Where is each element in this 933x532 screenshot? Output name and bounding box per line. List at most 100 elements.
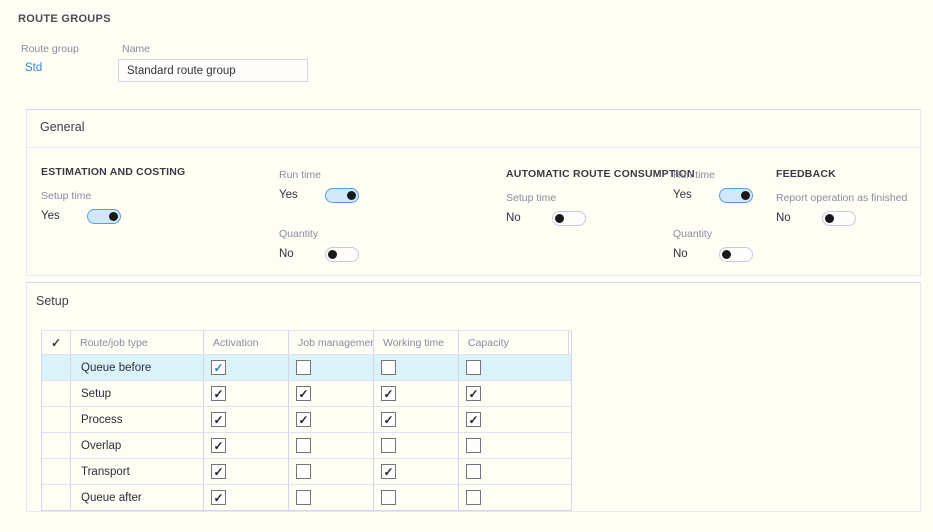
route-group-value-link[interactable]: Std — [25, 62, 42, 74]
row-label: Transport — [81, 466, 130, 478]
checkbox-cell: ✓ — [459, 381, 569, 406]
quantity-value: No — [279, 248, 325, 260]
route-job-type-cell[interactable]: Overlap — [71, 433, 204, 458]
route-job-type-cell[interactable]: Queue after — [71, 485, 204, 510]
checkbox-cell: ✓ — [289, 407, 374, 432]
row-select-cell[interactable] — [42, 485, 71, 510]
row-label: Process — [81, 414, 123, 426]
column-header-working-time[interactable]: Working time — [374, 331, 459, 354]
page-title: ROUTE GROUPS — [18, 13, 111, 25]
checkbox-cell — [459, 433, 569, 458]
row-label: Queue after — [81, 492, 142, 504]
run-time-toggle[interactable] — [325, 188, 359, 203]
row-label: Setup — [81, 388, 111, 400]
checkbox-cell — [289, 355, 374, 380]
checkbox[interactable]: ✓ — [211, 386, 226, 401]
checkbox[interactable] — [296, 464, 311, 479]
group-header: AUTOMATIC ROUTE CONSUMPTION — [506, 168, 695, 180]
quantity-value: No — [673, 248, 719, 260]
checkbox-cell: ✓ — [374, 407, 459, 432]
route-job-type-cell[interactable]: Setup — [71, 381, 204, 406]
checkbox[interactable] — [466, 360, 481, 375]
row-select-cell[interactable] — [42, 355, 71, 380]
setup-section-header[interactable]: Setup — [36, 294, 69, 308]
setup-time-toggle[interactable] — [552, 211, 586, 226]
checkbox[interactable] — [381, 360, 396, 375]
group-header: FEEDBACK — [776, 168, 836, 180]
checkbox-cell — [374, 485, 459, 510]
run-time-label: Run time — [279, 169, 321, 181]
name-input[interactable] — [118, 59, 308, 82]
route-job-type-cell[interactable]: Queue before — [71, 355, 204, 380]
checkbox[interactable]: ✓ — [211, 412, 226, 427]
row-select-cell[interactable] — [42, 433, 71, 458]
row-label: Queue before — [81, 362, 151, 374]
checkbox-cell — [289, 459, 374, 484]
route-job-type-grid: ✓ Route/job type Activation Job manageme… — [41, 330, 572, 511]
checkbox[interactable] — [381, 490, 396, 505]
select-all-header-cell[interactable]: ✓ — [42, 331, 71, 354]
setup-time-label: Setup time — [506, 192, 556, 204]
toggle-knob — [328, 250, 337, 259]
toggle-knob — [741, 191, 750, 200]
checkbox[interactable]: ✓ — [296, 412, 311, 427]
checkbox-cell — [374, 355, 459, 380]
checkbox[interactable] — [381, 438, 396, 453]
checkbox-cell: ✓ — [459, 407, 569, 432]
checkbox[interactable]: ✓ — [381, 464, 396, 479]
checkbox-cell — [289, 485, 374, 510]
checkbox[interactable]: ✓ — [211, 360, 226, 375]
route-group-label: Route group — [21, 43, 79, 55]
checkbox[interactable]: ✓ — [211, 464, 226, 479]
checkbox[interactable]: ✓ — [211, 438, 226, 453]
checkbox[interactable] — [296, 490, 311, 505]
general-section-header[interactable]: General — [40, 120, 84, 134]
setup-time-value: Yes — [41, 210, 87, 222]
name-label: Name — [122, 43, 150, 55]
section-divider — [27, 147, 920, 148]
column-header-activation[interactable]: Activation — [204, 331, 289, 354]
table-row[interactable]: Queue before ✓ — [42, 354, 571, 380]
table-row[interactable]: Transport ✓ ✓ — [42, 458, 571, 484]
row-select-cell[interactable] — [42, 407, 71, 432]
toggle-knob — [722, 250, 731, 259]
report-operation-toggle[interactable] — [822, 211, 856, 226]
column-header-job-management[interactable]: Job management — [289, 331, 374, 354]
quantity-toggle[interactable] — [325, 247, 359, 262]
column-header-capacity[interactable]: Capacity — [459, 331, 569, 354]
checkbox[interactable]: ✓ — [296, 386, 311, 401]
column-header-route-job-type[interactable]: Route/job type — [71, 331, 204, 354]
setup-time-label: Setup time — [41, 190, 91, 202]
table-row[interactable]: Process ✓ ✓ ✓ ✓ — [42, 406, 571, 432]
run-time-toggle[interactable] — [719, 188, 753, 203]
toggle-knob — [555, 214, 564, 223]
checkbox-cell — [289, 433, 374, 458]
report-operation-value: No — [776, 212, 822, 224]
checkbox[interactable]: ✓ — [466, 386, 481, 401]
toggle-knob — [347, 191, 356, 200]
checkbox[interactable] — [466, 438, 481, 453]
checkbox[interactable]: ✓ — [211, 490, 226, 505]
toggle-knob — [109, 212, 118, 221]
checkbox[interactable]: ✓ — [381, 412, 396, 427]
route-job-type-cell[interactable]: Transport — [71, 459, 204, 484]
checkbox[interactable] — [296, 438, 311, 453]
row-select-cell[interactable] — [42, 381, 71, 406]
checkbox-cell: ✓ — [204, 407, 289, 432]
row-label: Overlap — [81, 440, 121, 452]
setup-time-toggle[interactable] — [87, 209, 121, 224]
checkbox[interactable] — [466, 464, 481, 479]
checkbox[interactable] — [466, 490, 481, 505]
checkbox[interactable]: ✓ — [466, 412, 481, 427]
table-row[interactable]: Queue after ✓ — [42, 484, 571, 510]
route-job-type-cell[interactable]: Process — [71, 407, 204, 432]
run-time-value: Yes — [673, 189, 719, 201]
run-time-label: Run time — [673, 169, 715, 181]
row-select-cell[interactable] — [42, 459, 71, 484]
table-row[interactable]: Setup ✓ ✓ ✓ ✓ — [42, 380, 571, 406]
setup-section: Setup ✓ Route/job type Activation Job ma… — [26, 282, 921, 512]
table-row[interactable]: Overlap ✓ — [42, 432, 571, 458]
checkbox[interactable]: ✓ — [381, 386, 396, 401]
checkbox[interactable] — [296, 360, 311, 375]
quantity-toggle[interactable] — [719, 247, 753, 262]
